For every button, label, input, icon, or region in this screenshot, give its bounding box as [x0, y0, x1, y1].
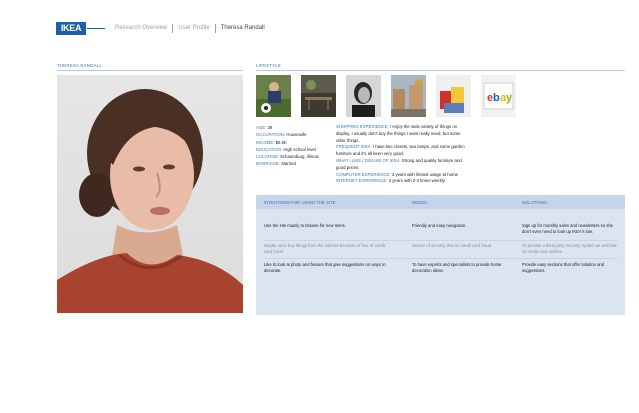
shop-experience-item: COMPUTER EXPERIENCE: 3 years with limite…: [336, 171, 459, 177]
fact-marriage: MARRIAGE: Married: [256, 161, 296, 167]
persona-portrait: [57, 75, 243, 313]
garden-dining-icon[interactable]: [301, 75, 336, 117]
table-cell: To provide a third party security system…: [522, 243, 617, 255]
table-cell: Like to look at photo and feature that g…: [264, 262, 386, 274]
lifestyle-label: LIFESTYLE: [256, 63, 281, 68]
breadcrumb-separator: [214, 23, 216, 33]
shop-experience-item: FREQUENT IKEA: I have two closets, two l…: [336, 144, 465, 157]
table-cell: Secure of security that no credit card f…: [412, 243, 493, 248]
fact-income: INCOME: $8.5K: [256, 139, 287, 145]
svg-text:b: b: [493, 92, 500, 104]
table-cell: Maybe once buy things from the internet …: [264, 243, 385, 255]
shop-experience-item: WHAT I LIKE / DISLIKE OF IKEA: Strong an…: [336, 157, 462, 170]
app-header: IKEA Research Overview User Profile Ther…: [56, 20, 265, 36]
fact-education: EDUCATION: High school level: [256, 146, 316, 152]
svg-text:y: y: [506, 92, 513, 104]
lifestyle-divider: [256, 70, 625, 71]
shop-experience-item: SHOPPING EXPERIENCE: I enjoy the wide va…: [336, 124, 461, 143]
breadcrumb-separator: [172, 23, 174, 33]
persona-facts: AGE: 39 OCCUPATION: Housewife INCOME: $8…: [256, 124, 319, 168]
row-divider: [264, 240, 618, 241]
persona-divider: [57, 70, 243, 71]
fact-location: LOCATION: Schaumburg, Illinois: [256, 154, 319, 160]
logo-underline: [87, 27, 105, 29]
fact-age: AGE: 39: [256, 125, 273, 130]
table-cell: Friendly and easy navigation.: [412, 223, 467, 228]
header-solutions: SOLUTIONS:: [522, 200, 549, 205]
shopping-experience: SHOPPING EXPERIENCE: I enjoy the wide va…: [336, 124, 468, 185]
breadcrumb-current: Theresa Randall: [220, 25, 265, 31]
header-needs: NEEDS:: [412, 200, 428, 205]
table-cell: Provide easy sections that offer solutio…: [522, 262, 605, 274]
header-intentions: INTENTIONS FOR USING THE SITE:: [264, 200, 337, 205]
soccer-family-icon[interactable]: [256, 75, 291, 117]
shop-experience-item: INTERNET EXPERIENCE: 2 years with 2-3 ti…: [336, 178, 445, 184]
table-cell: Use the site mainly to browse for new it…: [264, 223, 346, 228]
suburban-street-icon[interactable]: [391, 75, 426, 117]
needs-panel-header: INTENTIONS FOR USING THE SITE: NEEDS: SO…: [256, 195, 625, 209]
ebay-logo-icon[interactable]: e b a y: [481, 75, 516, 117]
persona-name-label: THERESA RANDALL: [57, 63, 102, 68]
row-divider: [264, 258, 618, 259]
lifestyle-thumbnails: e b a y: [256, 75, 516, 117]
breadcrumb-research-overview[interactable]: Research Overview: [115, 25, 167, 31]
needs-panel: INTENTIONS FOR USING THE SITE: NEEDS: SO…: [256, 195, 625, 315]
table-cell: Sign up for monthly sales and newsletter…: [522, 223, 614, 235]
shopping-bags-icon[interactable]: [436, 75, 471, 117]
woman-phone-icon[interactable]: [346, 75, 381, 117]
ikea-logo[interactable]: IKEA: [56, 21, 86, 35]
table-cell: To have experts and specialists to provi…: [412, 262, 502, 274]
fact-occupation: OCCUPATION: Housewife: [256, 132, 307, 138]
breadcrumb-user-profile[interactable]: User Profile: [178, 25, 209, 31]
